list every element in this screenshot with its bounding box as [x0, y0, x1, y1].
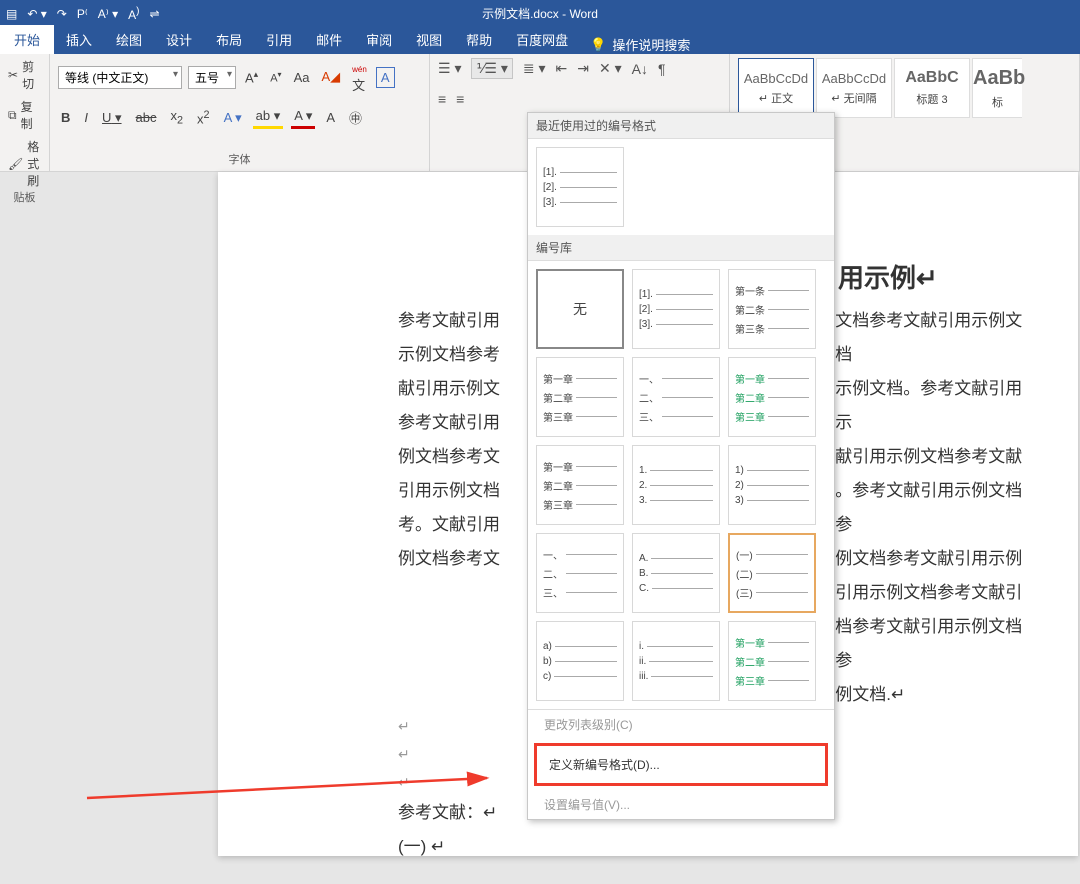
italic-button[interactable]: I	[81, 108, 91, 127]
style-more[interactable]: AaBb 标	[972, 58, 1022, 118]
tab-insert[interactable]: 插入	[54, 25, 104, 54]
tab-draw[interactable]: 绘图	[104, 25, 154, 54]
numbering-button[interactable]: ⅟☰ ▾	[471, 58, 512, 79]
ref-item: (一) ↵	[398, 830, 1038, 864]
tab-baidu[interactable]: 百度网盘	[504, 25, 580, 54]
underline-button[interactable]: U ▾	[99, 108, 125, 128]
recent-format-1[interactable]: [1]. [2]. [3].	[536, 147, 624, 227]
font-name-combo[interactable]: 等线 (中文正文)	[58, 66, 182, 89]
text-style2-icon[interactable]: A)	[128, 6, 139, 22]
font-size-combo[interactable]: 五号	[188, 66, 236, 89]
copy-button[interactable]: ⧉复制	[8, 98, 41, 132]
recent-header: 最近使用过的编号格式	[528, 113, 834, 139]
clear-format-button[interactable]: A◢	[318, 67, 343, 87]
show-marks-button[interactable]: ¶	[658, 61, 666, 77]
subscript-button[interactable]: x2	[168, 106, 187, 129]
doc-heading: 用示例↵	[838, 252, 1038, 304]
format-letter-upper[interactable]: A. B. C.	[632, 533, 720, 613]
format-num-dot[interactable]: 1. 2. 3.	[632, 445, 720, 525]
format-cn-paren[interactable]: (一) (二) (三)	[728, 533, 816, 613]
define-new-format[interactable]: 定义新编号格式(D)...	[537, 746, 825, 783]
style-no-spacing[interactable]: AaBbCcDd ↵ 无间隔	[816, 58, 892, 118]
brush-icon: 🖌	[8, 157, 23, 171]
increase-indent-button[interactable]: ⇥	[577, 60, 589, 77]
change-case-button[interactable]: Aa	[291, 68, 313, 87]
text-effect-button[interactable]: A ▾	[221, 108, 245, 128]
save-icon[interactable]: ▤	[6, 7, 17, 21]
powerpoint-icon[interactable]: P⁽	[77, 7, 88, 21]
undo-icon[interactable]: ↶ ▾	[27, 7, 46, 21]
superscript-button[interactable]: x2	[194, 107, 213, 128]
format-article[interactable]: 第一条 第二条 第三条	[728, 269, 816, 349]
grow-font-button[interactable]: A▴	[242, 67, 261, 87]
char-shading-button[interactable]: A	[323, 108, 338, 127]
asian-layout-button[interactable]: ✕ ▾	[599, 60, 622, 77]
char-border-button[interactable]: A	[376, 67, 395, 88]
multilevel-button[interactable]: ≣ ▾	[523, 60, 546, 77]
tab-layout[interactable]: 布局	[204, 25, 254, 54]
format-chapter2[interactable]: 第一章 第二章 第三章	[536, 445, 624, 525]
text-style-icon[interactable]: A⁾ ▾	[98, 7, 118, 21]
bullets-button[interactable]: ☰ ▾	[438, 60, 461, 77]
annotation-arrow	[87, 720, 507, 805]
format-painter-button[interactable]: 🖌格式刷	[8, 138, 41, 189]
numbering-dropdown: 最近使用过的编号格式 [1]. [2]. [3]. 编号库 无 [1]. [2]…	[527, 112, 835, 820]
tab-home[interactable]: 开始	[0, 25, 54, 54]
doc-body-left: 参考文献引用 示例文档参考 献引用示例文 参考文献引用 例文档参考文 引用示例文…	[398, 304, 527, 712]
format-roman-lower[interactable]: i. ii. iii.	[632, 621, 720, 701]
clipboard-group: ✂剪切 ⧉复制 🖌格式刷 贴板	[0, 54, 50, 171]
cut-button[interactable]: ✂剪切	[8, 58, 41, 92]
tab-view[interactable]: 视图	[404, 25, 454, 54]
titlebar: ▤ ↶ ▾ ↷ P⁽ A⁾ ▾ A) ⇌ 示例文档.docx - Word	[0, 0, 1080, 27]
decrease-indent-button[interactable]: ⇤	[556, 60, 568, 77]
tab-references[interactable]: 引用	[254, 25, 304, 54]
format-chapter-green2[interactable]: 第一章 第二章 第三章	[728, 621, 816, 701]
tab-review[interactable]: 审阅	[354, 25, 404, 54]
tab-mailings[interactable]: 邮件	[304, 25, 354, 54]
highlight-button[interactable]: ab ▾	[253, 106, 284, 129]
scissors-icon: ✂	[8, 68, 18, 82]
tell-me-search[interactable]: 💡 操作说明搜索	[590, 35, 690, 54]
font-label: 字体	[58, 151, 421, 171]
redo-icon[interactable]: ↷	[57, 7, 67, 21]
qat-customize-icon[interactable]: ⇌	[149, 7, 159, 21]
tab-help[interactable]: 帮助	[454, 25, 504, 54]
enclose-char-button[interactable]: ㊥	[346, 106, 365, 129]
window-title: 示例文档.docx - Word	[482, 5, 598, 22]
format-bracket-num[interactable]: [1]. [2]. [3].	[632, 269, 720, 349]
strike-button[interactable]: abc	[133, 108, 160, 127]
format-cn-comma[interactable]: 一、 二、 三、	[632, 357, 720, 437]
quick-access-toolbar: ▤ ↶ ▾ ↷ P⁽ A⁾ ▾ A) ⇌	[6, 6, 160, 22]
ribbon-tabs: 开始 插入 绘图 设计 布局 引用 邮件 审阅 视图 帮助 百度网盘 💡 操作说…	[0, 27, 1080, 54]
tab-design[interactable]: 设计	[154, 25, 204, 54]
annotation-highlight: 定义新编号格式(D)...	[534, 743, 828, 786]
library-header: 编号库	[528, 235, 834, 261]
font-color-button[interactable]: A ▾	[291, 106, 315, 129]
doc-body-right: 文档参考文献引用示例文档 示例文档。参考文献引用示 献引用示例文档参考文献 。参…	[835, 304, 1038, 712]
align-left-button[interactable]: ≡	[438, 91, 446, 107]
clipboard-label: 贴板	[8, 189, 41, 209]
lightbulb-icon: 💡	[590, 37, 606, 53]
format-letter-lower[interactable]: a) b) c)	[536, 621, 624, 701]
bold-button[interactable]: B	[58, 108, 73, 127]
format-num-paren[interactable]: 1) 2) 3)	[728, 445, 816, 525]
sort-button[interactable]: A↓	[632, 61, 648, 77]
format-cn-comma2[interactable]: 一、 二、 三、	[536, 533, 624, 613]
format-chapter-green[interactable]: 第一章 第二章 第三章	[728, 357, 816, 437]
style-normal[interactable]: AaBbCcDd ↵ 正文	[738, 58, 814, 118]
shrink-font-button[interactable]: A▾	[267, 68, 284, 87]
format-chapter[interactable]: 第一章 第二章 第三章	[536, 357, 624, 437]
phonetic-button[interactable]: wén文	[349, 58, 370, 96]
copy-icon: ⧉	[8, 108, 17, 123]
set-number-value: 设置编号值(V)...	[528, 790, 834, 819]
change-list-level: 更改列表级别(C)	[528, 710, 834, 739]
style-heading3[interactable]: AaBbC 标题 3	[894, 58, 970, 118]
dropdown-bottom: 更改列表级别(C) 定义新编号格式(D)... 设置编号值(V)...	[528, 709, 834, 819]
align-center-button[interactable]: ≡	[456, 91, 464, 107]
format-none[interactable]: 无	[536, 269, 624, 349]
font-group: 等线 (中文正文) 五号 A▴ A▾ Aa A◢ wén文 A B I U ▾ …	[50, 54, 430, 171]
